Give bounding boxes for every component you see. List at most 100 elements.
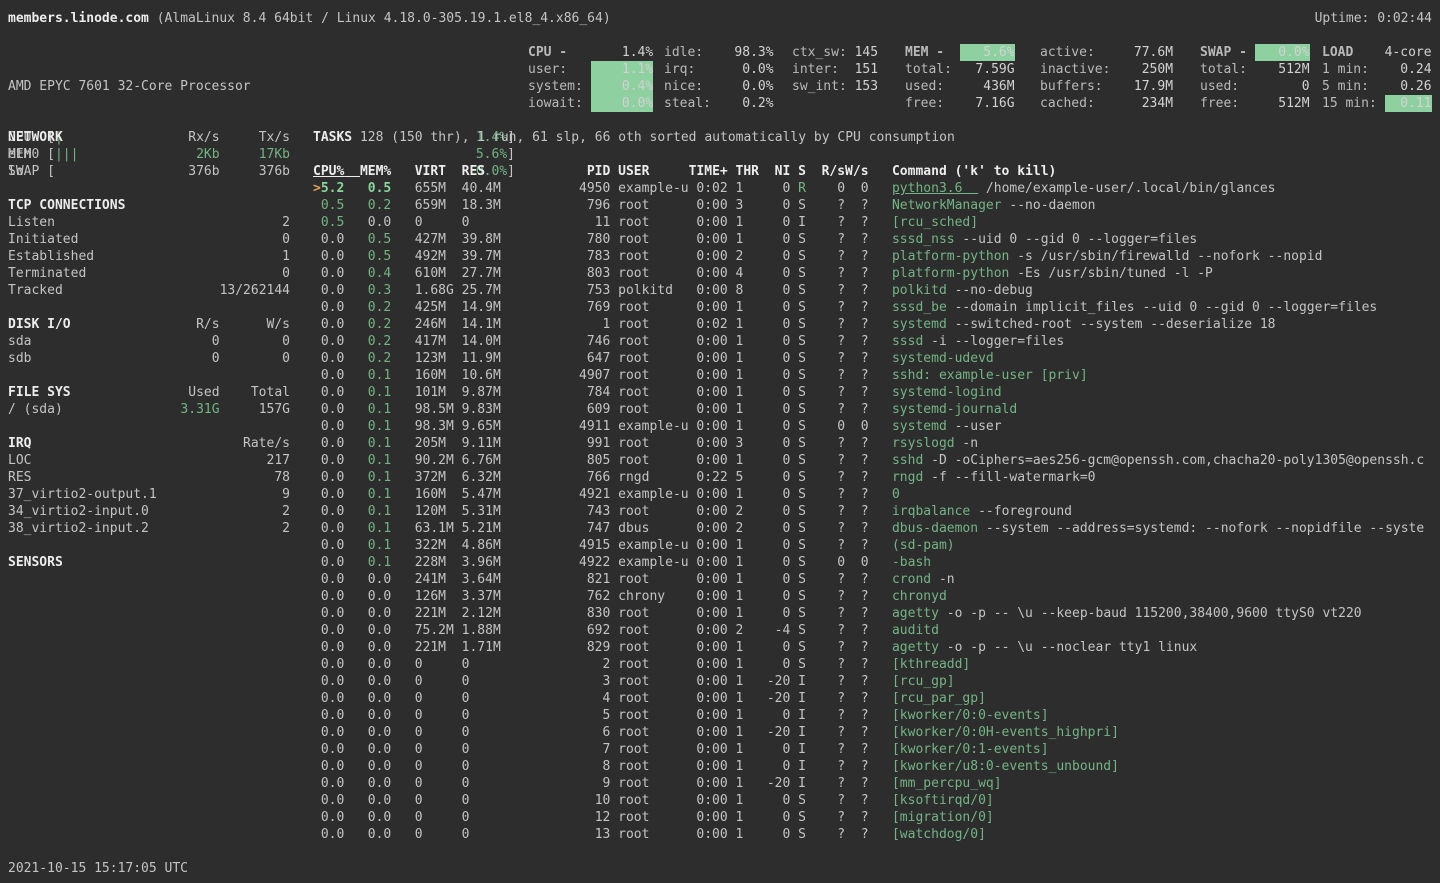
process-row[interactable]: 0.00.1101M9.87M784root0:0010S??systemd-l…	[313, 384, 1440, 401]
process-row[interactable]: 0.00.4610M27.7M803root0:0040S??platform-…	[313, 265, 1440, 282]
cell-time: 0:00	[689, 639, 728, 656]
section-row-name: Established	[8, 248, 157, 265]
process-row[interactable]: 0.00.1228M3.96M4922example-u0:0010S00-ba…	[313, 554, 1440, 571]
process-row[interactable]: 0.00.0007root0:0010I??[kworker/0:1-event…	[313, 741, 1440, 758]
cell-ni: 0	[759, 758, 790, 775]
process-row[interactable]: 0.00.198.5M9.83M609root0:0010S??systemd-…	[313, 401, 1440, 418]
cell-virt: 610M	[415, 265, 462, 282]
process-row[interactable]: 0.00.0004root0:001-20I??[rcu_par_gp]	[313, 690, 1440, 707]
process-row[interactable]: 0.50.00011root0:0010I??[rcu_sched]	[313, 214, 1440, 231]
cell-pid: 2	[509, 656, 611, 673]
process-row[interactable]: 0.00.1120M5.31M743root0:0020S??irqbalanc…	[313, 503, 1440, 520]
col-rs[interactable]: R/s	[806, 163, 845, 180]
cell-virt: 98.3M	[415, 418, 462, 435]
process-row[interactable]: 0.00.163.1M5.21M747dbus0:0020S??dbus-dae…	[313, 520, 1440, 537]
cell-cpu: 0.0	[313, 282, 344, 299]
process-row[interactable]: 0.00.0241M3.64M821root0:0010S??crond -n	[313, 571, 1440, 588]
process-row[interactable]: 0.00.0009root0:001-20I??[mm_percpu_wq]	[313, 775, 1440, 792]
mem-stat-label: used:	[905, 78, 960, 95]
process-row[interactable]: 0.00.00013root0:0010S??[watchdog/0]	[313, 826, 1440, 843]
process-row[interactable]: 0.00.0126M3.37M762chrony0:0010S??chronyd	[313, 588, 1440, 605]
cell-state: I	[798, 724, 806, 741]
cell-mem: 0.1	[360, 537, 391, 554]
process-row[interactable]: 0.00.0221M2.12M830root0:0010S??agetty -o…	[313, 605, 1440, 622]
process-row[interactable]: 0.00.0003root0:001-20I??[rcu_gp]	[313, 673, 1440, 690]
col-user[interactable]: USER	[618, 163, 688, 180]
cell-write-rate: ?	[845, 809, 868, 826]
process-row[interactable]: 0.00.2417M14.0M746root0:0010S??sssd -i -…	[313, 333, 1440, 350]
load-stat-label: 5 min:	[1322, 78, 1385, 95]
process-row[interactable]: 0.00.1160M10.6M4907root0:0010S??sshd: ex…	[313, 367, 1440, 384]
cell-time: 0:00	[689, 724, 728, 741]
process-row[interactable]: 0.00.0002root0:0010S??[kthreadd]	[313, 656, 1440, 673]
process-row[interactable]: 0.00.00012root0:0010S??[migration/0]	[313, 809, 1440, 826]
mem-stat-value: 17.9M	[1118, 78, 1173, 95]
cell-state: S	[798, 418, 806, 435]
process-row[interactable]: 0.00.2123M11.9M647root0:0010S??systemd-u…	[313, 350, 1440, 367]
col-time[interactable]: TIME+	[689, 163, 728, 180]
section-row: / (sda)3.31G157G	[8, 401, 290, 418]
cpu-stat-row: irq:0.0%	[664, 61, 774, 78]
process-row[interactable]: 0.00.0005root0:0010I??[kworker/0:0-event…	[313, 707, 1440, 724]
process-row[interactable]: 0.00.5427M39.8M780root0:0010S??sssd_nss …	[313, 231, 1440, 248]
cell-thr: 1	[736, 486, 759, 503]
process-row[interactable]: 0.00.5492M39.7M783root0:0020S??platform-…	[313, 248, 1440, 265]
cell-write-rate: ?	[845, 826, 868, 843]
cell-user: root	[618, 656, 688, 673]
process-row[interactable]: 0.00.075.2M1.88M692root0:002-4S??auditd	[313, 622, 1440, 639]
cell-ni: 0	[759, 554, 790, 571]
cpu-stat-row: steal:0.2%	[664, 95, 774, 112]
mem-stat-value: 234M	[1118, 95, 1173, 112]
cpu-stat-row: sw_int:153	[792, 78, 878, 95]
section-row: Established1	[8, 248, 290, 265]
process-row[interactable]: 0.00.2425M14.9M769root0:0010S??sssd_be -…	[313, 299, 1440, 316]
process-row[interactable]: 0.00.1160M5.47M4921example-u0:0010S??0	[313, 486, 1440, 503]
cell-mem: 0.5	[360, 248, 391, 265]
section-title: DISK I/O	[8, 316, 157, 333]
section-title: TCP CONNECTIONS	[8, 197, 157, 214]
mem-stat-row: used:436M	[905, 78, 1015, 95]
process-row[interactable]: 0.00.00010root0:0010S??[ksoftirqd/0]	[313, 792, 1440, 809]
cell-cpu: 0.5	[313, 197, 344, 214]
col-mem[interactable]: MEM%	[360, 163, 391, 180]
process-row[interactable]: 0.00.1322M4.86M4915example-u0:0010S??(sd…	[313, 537, 1440, 554]
cell-thr: 1	[736, 384, 759, 401]
cell-state: S	[798, 792, 806, 809]
section-row-name: 37_virtio2-output.1	[8, 486, 157, 503]
col-pid[interactable]: PID	[509, 163, 611, 180]
process-row[interactable]: 0.00.190.2M6.76M805root0:0010S??sshd -D …	[313, 452, 1440, 469]
col-thr[interactable]: THR	[736, 163, 759, 180]
cell-thr: 1	[736, 537, 759, 554]
col-cpu[interactable]: CPU%	[313, 163, 344, 180]
process-row[interactable]: 0.00.0006root0:001-20I??[kworker/0:0H-ev…	[313, 724, 1440, 741]
cell-ni: 0	[759, 350, 790, 367]
col-command[interactable]: Command ('k' to kill)	[892, 163, 1440, 180]
process-row[interactable]: 0.00.198.3M9.65M4911example-u0:0010S00sy…	[313, 418, 1440, 435]
process-row[interactable]: 0.50.2659M18.3M796root0:0030S??NetworkMa…	[313, 197, 1440, 214]
process-row[interactable]: 0.00.2246M14.1M1root0:0210S??systemd --s…	[313, 316, 1440, 333]
cell-mem: 0.0	[360, 775, 391, 792]
mem-stat-value: 5.6%	[960, 44, 1015, 61]
process-row[interactable]: 0.00.31.68G25.7M753polkitd0:0080S??polki…	[313, 282, 1440, 299]
process-row[interactable]: 0.00.1372M6.32M766rngd0:2250S??rngd -f -…	[313, 469, 1440, 486]
cell-write-rate: ?	[845, 690, 868, 707]
cell-cpu: 0.0	[313, 656, 344, 673]
col-virt[interactable]: VIRT	[415, 163, 462, 180]
process-row[interactable]: 0.00.0221M1.71M829root0:0010S??agetty -o…	[313, 639, 1440, 656]
section-col1-header: Rx/s	[157, 129, 220, 146]
process-row[interactable]: >5.20.5655M40.4M4950example-u0:0210R00py…	[313, 180, 1440, 197]
cell-ni: 0	[759, 299, 790, 316]
col-s[interactable]: S	[798, 163, 806, 180]
cell-thr: 1	[736, 299, 759, 316]
col-ni[interactable]: NI	[759, 163, 790, 180]
cell-read-rate: ?	[806, 248, 845, 265]
col-ws[interactable]: W/s	[845, 163, 868, 180]
process-row[interactable]: 0.00.0008root0:0010I??[kworker/u8:0-even…	[313, 758, 1440, 775]
cell-thr: 1	[736, 452, 759, 469]
cell-user: root	[618, 401, 688, 418]
cell-virt: 241M	[415, 571, 462, 588]
process-row[interactable]: 0.00.1205M9.11M991root0:0030S??rsyslogd …	[313, 435, 1440, 452]
col-res[interactable]: RES	[462, 163, 509, 180]
cell-state: S	[798, 350, 806, 367]
cell-mem: 0.0	[360, 792, 391, 809]
